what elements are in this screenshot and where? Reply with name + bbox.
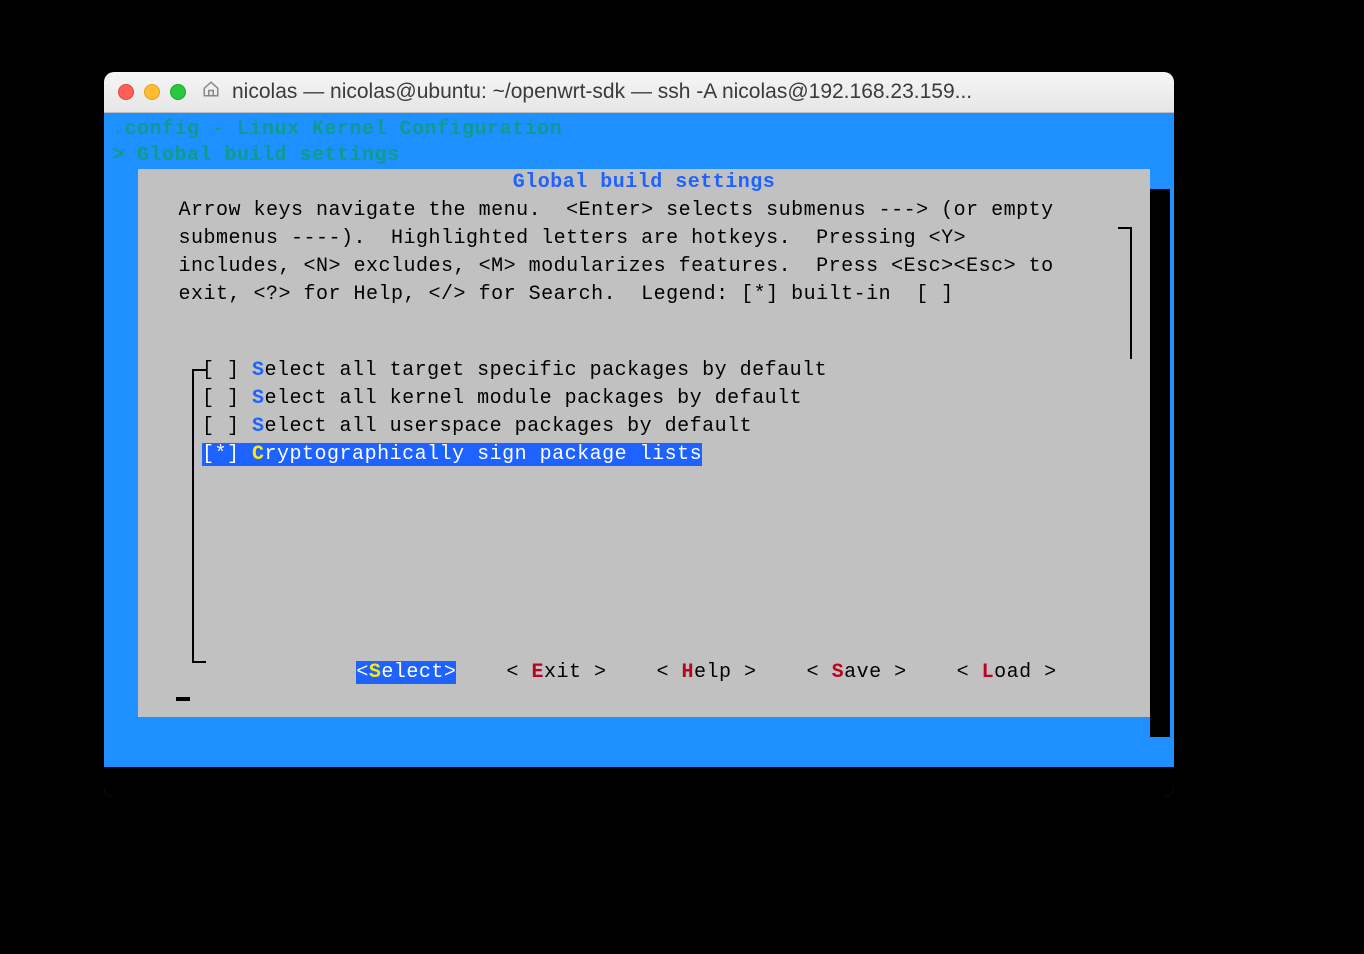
titlebar[interactable]: nicolas — nicolas@ubuntu: ~/openwrt-sdk … — [104, 72, 1174, 113]
config-header-1: .config - Linux Kernel Configuration — [112, 117, 562, 143]
terminal-body[interactable]: .config - Linux Kernel Configuration > G… — [104, 113, 1174, 797]
button-bar: <Select> < Exit > < Help > < Save > < Lo… — [138, 638, 1150, 707]
minimize-icon[interactable] — [144, 84, 160, 100]
panel-shadow — [1150, 189, 1170, 737]
help-button[interactable]: < Help > — [656, 661, 756, 684]
panel-help: Arrow keys navigate the menu. <Enter> se… — [138, 197, 1150, 309]
frame-left-top — [192, 369, 206, 371]
save-button[interactable]: < Save > — [807, 661, 907, 684]
menu-item-selected[interactable]: [*] Cryptographically sign package lists — [202, 443, 702, 466]
exit-button[interactable]: < Exit > — [506, 661, 606, 684]
frame-left — [192, 369, 194, 663]
menuconfig-panel: Global build settings Arrow keys navigat… — [138, 169, 1150, 717]
home-icon — [202, 80, 222, 104]
menu-item[interactable]: [ ] Select all target specific packages … — [202, 359, 827, 382]
frame-right — [1130, 227, 1132, 359]
window-title: nicolas — nicolas@ubuntu: ~/openwrt-sdk … — [232, 80, 1160, 104]
menu-item[interactable]: [ ] Select all kernel module packages by… — [202, 387, 802, 410]
menu-item[interactable]: [ ] Select all userspace packages by def… — [202, 415, 752, 438]
menu-list: [ ] Select all target specific packages … — [138, 357, 1150, 469]
terminal-window: nicolas — nicolas@ubuntu: ~/openwrt-sdk … — [104, 72, 1174, 797]
panel-title: Global build settings — [138, 169, 1150, 197]
terminal-bottom-strip — [104, 767, 1174, 797]
frame-right-top — [1118, 227, 1132, 229]
config-header-2: > Global build settings — [112, 143, 400, 169]
load-button[interactable]: < Load > — [957, 661, 1057, 684]
zoom-icon[interactable] — [170, 84, 186, 100]
close-icon[interactable] — [118, 84, 134, 100]
select-button[interactable]: <Select> — [356, 661, 456, 684]
